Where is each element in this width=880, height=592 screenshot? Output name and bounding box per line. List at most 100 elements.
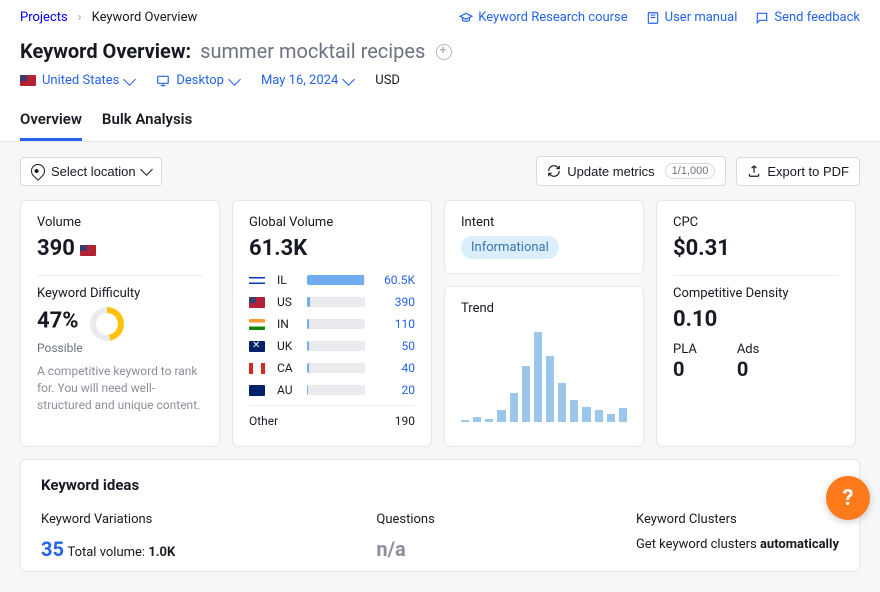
breadcrumb-current: Keyword Overview — [92, 10, 198, 25]
export-pdf-button[interactable]: Export to PDF — [736, 157, 860, 186]
flag-icon — [249, 341, 265, 352]
trend-bar — [534, 332, 542, 422]
volume-value: 390 — [37, 236, 203, 261]
add-keyword-icon[interactable] — [436, 44, 452, 60]
pla-value: 0 — [673, 357, 697, 381]
kd-label: Keyword Difficulty — [37, 286, 203, 301]
global-volume-card: Global Volume 61.3K IL 60.5K US 390 IN 1… — [232, 200, 432, 447]
country-code: IL — [277, 273, 299, 287]
global-volume-row[interactable]: IN 110 — [249, 313, 415, 335]
trend-bar — [497, 410, 505, 422]
device-filter[interactable]: Desktop — [156, 73, 239, 88]
global-volume-row[interactable]: AU 20 — [249, 379, 415, 401]
desktop-icon — [156, 74, 170, 88]
volume-bar — [307, 275, 365, 285]
keyword-research-course-link[interactable]: Keyword Research course — [459, 10, 627, 25]
country-filter[interactable]: United States — [20, 73, 134, 88]
tab-overview[interactable]: Overview — [20, 100, 82, 141]
keyword-ideas-title: Keyword ideas — [41, 476, 839, 494]
breadcrumb: Projects › Keyword Overview — [20, 10, 459, 25]
volume-bar — [307, 385, 365, 395]
global-volume-label: Global Volume — [249, 215, 415, 230]
book-icon — [646, 11, 660, 25]
global-volume-value: 61.3K — [249, 236, 415, 261]
variations-value[interactable]: 35 — [41, 537, 64, 561]
page-title: Keyword Overview: summer mocktail recipe… — [20, 39, 430, 63]
quota-pill: 1/1,000 — [665, 163, 716, 179]
volume-label: Volume — [37, 215, 203, 230]
flag-icon — [249, 275, 265, 286]
ads-value: 0 — [737, 357, 760, 381]
global-volume-row[interactable]: US 390 — [249, 291, 415, 313]
trend-bar — [595, 410, 603, 422]
kd-value: 47% — [37, 308, 79, 333]
volume-bar — [307, 297, 365, 307]
volume-value: 390 — [373, 295, 415, 309]
clusters-label: Keyword Clusters — [636, 512, 839, 527]
kd-sublabel: Possible — [37, 341, 203, 355]
trend-bar — [619, 408, 627, 422]
cpc-label: CPC — [673, 215, 839, 230]
global-volume-row[interactable]: IL 60.5K — [249, 269, 415, 291]
keyword-ideas-card: Keyword ideas Keyword Variations 35 Tota… — [20, 459, 860, 572]
trend-bar — [546, 356, 554, 422]
link-label: User manual — [665, 10, 738, 25]
ads-label: Ads — [737, 342, 760, 357]
trend-chart — [461, 322, 627, 422]
volume-value: 60.5K — [373, 273, 415, 287]
questions-label: Questions — [376, 512, 434, 527]
volume-value: 40 — [373, 361, 415, 375]
trend-bar — [473, 417, 481, 422]
volume-value: 20 — [373, 383, 415, 397]
chevron-down-icon — [342, 73, 355, 86]
chevron-right-icon: › — [78, 10, 82, 25]
chevron-down-icon — [124, 73, 137, 86]
difficulty-donut-icon — [90, 307, 124, 341]
volume-value: 50 — [373, 339, 415, 353]
currency-label: USD — [375, 73, 400, 88]
trend-card: Trend — [444, 286, 644, 447]
trend-bar — [510, 393, 518, 422]
date-filter[interactable]: May 16, 2024 — [261, 73, 353, 88]
keyword-variations-block: Keyword Variations 35 Total volume: 1.0K — [41, 512, 175, 561]
trend-bar — [607, 414, 615, 422]
competitive-density-label: Competitive Density — [673, 286, 839, 301]
questions-block: Questions n/a — [376, 512, 434, 561]
help-button[interactable]: ? — [826, 476, 870, 520]
user-manual-link[interactable]: User manual — [646, 10, 738, 25]
flag-icon — [249, 297, 265, 308]
volume-card: Volume 390 Keyword Difficulty 47% Possib… — [20, 200, 220, 447]
export-icon — [747, 164, 761, 178]
cpc-value: $0.31 — [673, 236, 839, 261]
variations-subtext: Total volume: 1.0K — [67, 545, 175, 560]
global-volume-row[interactable]: CA 40 — [249, 357, 415, 379]
variations-label: Keyword Variations — [41, 512, 175, 527]
select-location-button[interactable]: Select location — [20, 157, 162, 186]
volume-value: 110 — [373, 317, 415, 331]
trend-bar — [461, 420, 469, 422]
tab-bulk-analysis[interactable]: Bulk Analysis — [102, 100, 192, 141]
chevron-down-icon — [228, 73, 241, 86]
pla-label: PLA — [673, 342, 697, 357]
update-metrics-button[interactable]: Update metrics 1/1,000 — [536, 156, 726, 186]
trend-label: Trend — [461, 301, 627, 316]
send-feedback-link[interactable]: Send feedback — [755, 10, 860, 25]
country-code: UK — [277, 339, 299, 353]
volume-bar — [307, 319, 365, 329]
keyword-text: summer mocktail recipes — [200, 39, 425, 63]
flag-icon — [249, 319, 265, 330]
flag-icon — [249, 363, 265, 374]
trend-bar — [570, 400, 578, 423]
questions-value: n/a — [376, 537, 434, 561]
global-volume-other-row: Other 190 — [249, 410, 415, 432]
keyword-clusters-block: Keyword Clusters Get keyword clusters au… — [636, 512, 839, 561]
kd-description: A competitive keyword to rank for. You w… — [37, 363, 203, 413]
intent-badge: Informational — [461, 236, 559, 259]
trend-bar — [582, 407, 590, 422]
link-label: Send feedback — [774, 10, 860, 25]
intent-card: Intent Informational — [444, 200, 644, 274]
breadcrumb-projects[interactable]: Projects — [20, 10, 68, 25]
intent-label: Intent — [461, 215, 627, 230]
global-volume-row[interactable]: UK 50 — [249, 335, 415, 357]
volume-bar — [307, 363, 365, 373]
